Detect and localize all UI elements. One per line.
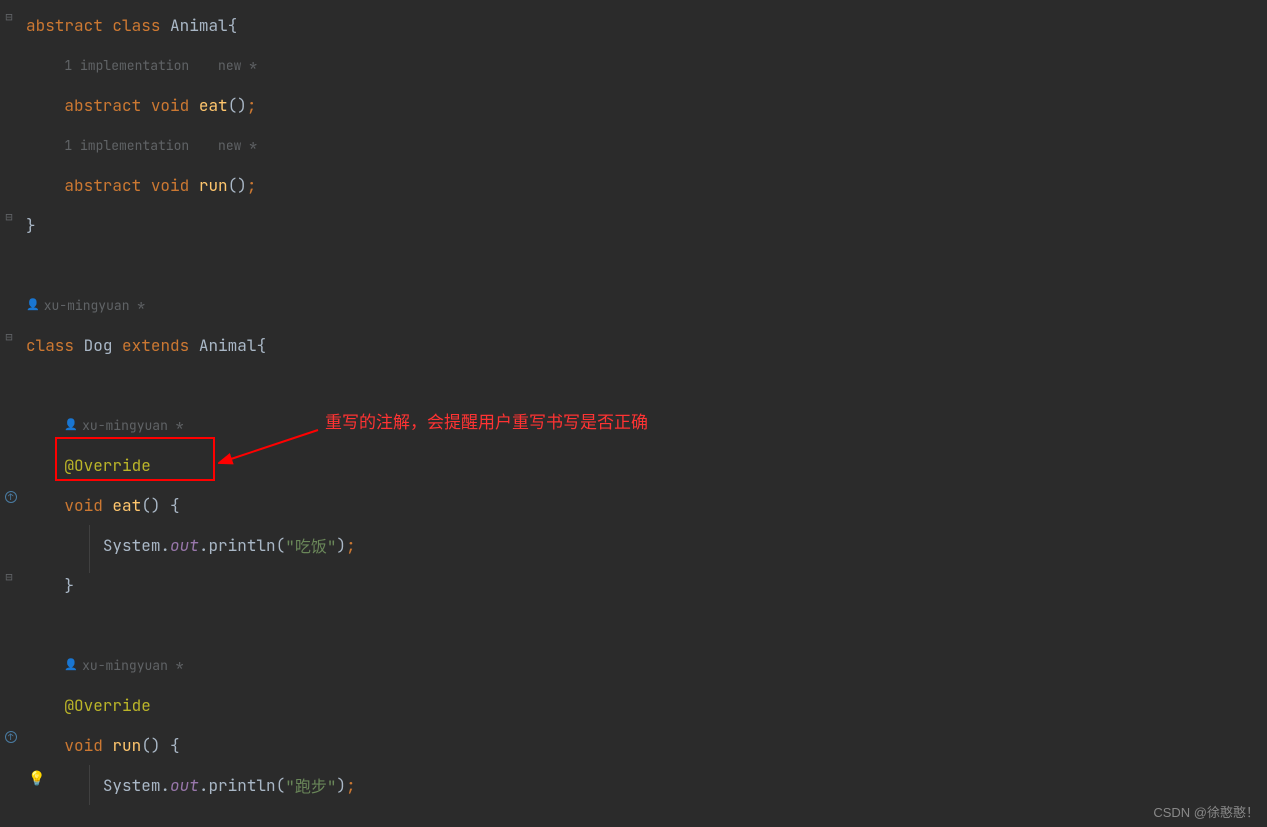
code-line[interactable]: abstract class Animal{ <box>24 5 1267 45</box>
code-line[interactable]: System.out.println("跑步"); <box>24 765 1267 805</box>
code-line[interactable]: abstract void eat(); <box>24 85 1267 125</box>
override-up-icon[interactable] <box>4 490 18 504</box>
keyword: void <box>151 175 189 196</box>
fold-end-icon[interactable]: ⊟ <box>2 570 16 584</box>
code-line[interactable]: } <box>24 205 1267 245</box>
code-line[interactable]: void eat() { <box>24 485 1267 525</box>
method-call: println( <box>208 535 285 556</box>
author-hint[interactable]: xu-mingyuan * <box>82 657 183 674</box>
person-icon: 👤 <box>64 418 78 432</box>
implementation-hint[interactable]: 1 implementation <box>64 57 189 74</box>
keyword: extends <box>122 335 189 356</box>
parens: () <box>228 175 247 196</box>
annotation-text: 重写的注解，会提醒用户重写书写是否正确 <box>325 408 648 433</box>
code-line[interactable]: class Dog extends Animal{ <box>24 325 1267 365</box>
method-name: eat <box>199 95 228 116</box>
inlay-hint-line[interactable]: 1 implementation new * <box>24 45 1267 85</box>
brace: } <box>26 215 36 236</box>
class-name: Dog <box>84 335 113 356</box>
brace: } <box>64 575 74 596</box>
field: out <box>170 775 199 796</box>
watermark: CSDN @徐憨憨！ <box>1153 802 1259 821</box>
method-name: run <box>112 735 141 756</box>
brace: { <box>228 15 238 36</box>
new-hint[interactable]: new * <box>218 57 257 74</box>
semicolon: ; <box>346 535 356 556</box>
parens: () <box>228 95 247 116</box>
string-literal: "跑步" <box>285 773 336 797</box>
code-line[interactable]: @Override <box>24 445 1267 485</box>
keyword: class <box>112 15 160 36</box>
fold-start-icon[interactable]: ⊟ <box>2 10 16 24</box>
brace: { <box>256 335 266 356</box>
keyword: void <box>151 95 189 116</box>
author-hint-line[interactable]: 👤 xu-mingyuan * <box>24 645 1267 685</box>
brace: { <box>160 735 179 756</box>
code-line[interactable]: System.out.println("吃饭"); <box>24 525 1267 565</box>
code-line[interactable] <box>24 245 1267 285</box>
author-hint-line[interactable]: 👤 xu-mingyuan * <box>24 285 1267 325</box>
override-up-icon[interactable] <box>4 730 18 744</box>
semicolon: ; <box>247 95 257 116</box>
fold-start-icon[interactable]: ⊟ <box>2 330 16 344</box>
inlay-hint-line[interactable]: 1 implementation new * <box>24 125 1267 165</box>
keyword: void <box>64 735 102 756</box>
new-hint[interactable]: new * <box>218 137 257 154</box>
indent-guide <box>89 765 90 805</box>
brace: { <box>160 495 179 516</box>
author-hint[interactable]: xu-mingyuan * <box>44 297 145 314</box>
field: out <box>170 535 199 556</box>
semicolon: ; <box>247 175 257 196</box>
parens: () <box>141 735 160 756</box>
keyword: abstract <box>64 95 141 116</box>
indent-guide <box>89 525 90 573</box>
method-name: eat <box>112 495 141 516</box>
keyword: class <box>26 335 74 356</box>
author-hint[interactable]: xu-mingyuan * <box>82 417 183 434</box>
code-line[interactable] <box>24 605 1267 645</box>
code-line[interactable]: @Override <box>24 685 1267 725</box>
person-icon: 👤 <box>26 298 40 312</box>
keyword: void <box>64 495 102 516</box>
person-icon: 👤 <box>64 658 78 672</box>
identifier: System. <box>103 535 170 556</box>
code-line[interactable]: abstract void run(); <box>24 165 1267 205</box>
class-name: Animal <box>170 15 228 36</box>
fold-end-icon[interactable]: ⊟ <box>2 210 16 224</box>
code-line[interactable] <box>24 365 1267 405</box>
annotation: @Override <box>64 455 150 476</box>
keyword: abstract <box>26 15 103 36</box>
keyword: abstract <box>64 175 141 196</box>
annotation: @Override <box>64 695 150 716</box>
string-literal: "吃饭" <box>285 533 336 557</box>
editor-gutter: ⊟ ⊟ ⊟ ⊟ 💡 <box>0 0 24 827</box>
implementation-hint[interactable]: 1 implementation <box>64 137 189 154</box>
code-line[interactable]: void run() { <box>24 725 1267 765</box>
method-name: run <box>199 175 228 196</box>
method-call: println( <box>208 775 285 796</box>
parens: () <box>141 495 160 516</box>
code-line[interactable]: } <box>24 565 1267 605</box>
semicolon: ; <box>346 775 356 796</box>
identifier: System. <box>103 775 170 796</box>
class-name: Animal <box>199 335 257 356</box>
